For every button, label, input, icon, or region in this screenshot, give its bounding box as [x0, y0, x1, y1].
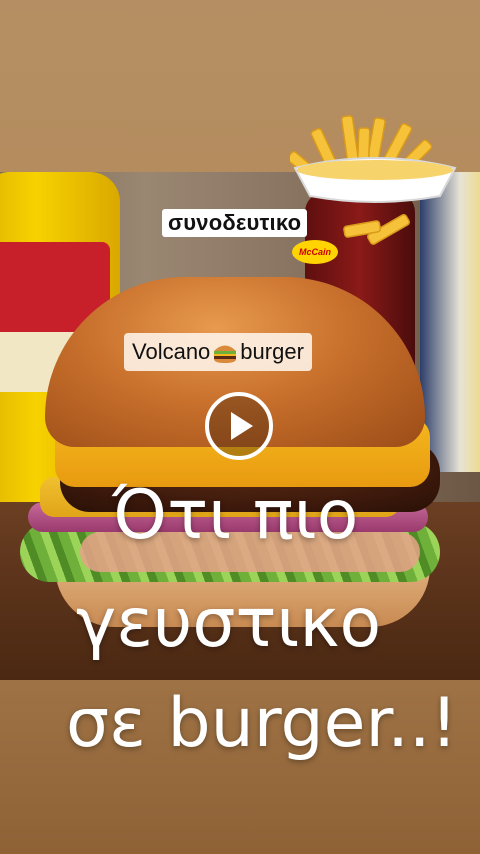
fries-icon	[290, 115, 457, 245]
headline-line-3: σε burger..!	[66, 684, 458, 763]
headline-line-2: γευστικο	[76, 584, 382, 663]
burger-emoji-icon	[214, 345, 237, 363]
play-button[interactable]	[205, 392, 273, 460]
headline-line-1: Ότι πιο	[112, 476, 359, 555]
play-icon	[231, 412, 253, 440]
side-caption-text: συνοδευτικο	[168, 210, 302, 235]
mccain-logo: McCain	[292, 240, 338, 264]
title-caption-suffix: burger	[240, 339, 304, 364]
side-caption: συνοδευτικο	[162, 209, 308, 237]
title-caption: Volcano burger	[124, 333, 312, 371]
title-caption-prefix: Volcano	[132, 339, 211, 364]
mccain-logo-text: McCain	[298, 247, 331, 257]
story-screen: { "overlay": { "side_caption": "συνοδευτ…	[0, 0, 480, 854]
